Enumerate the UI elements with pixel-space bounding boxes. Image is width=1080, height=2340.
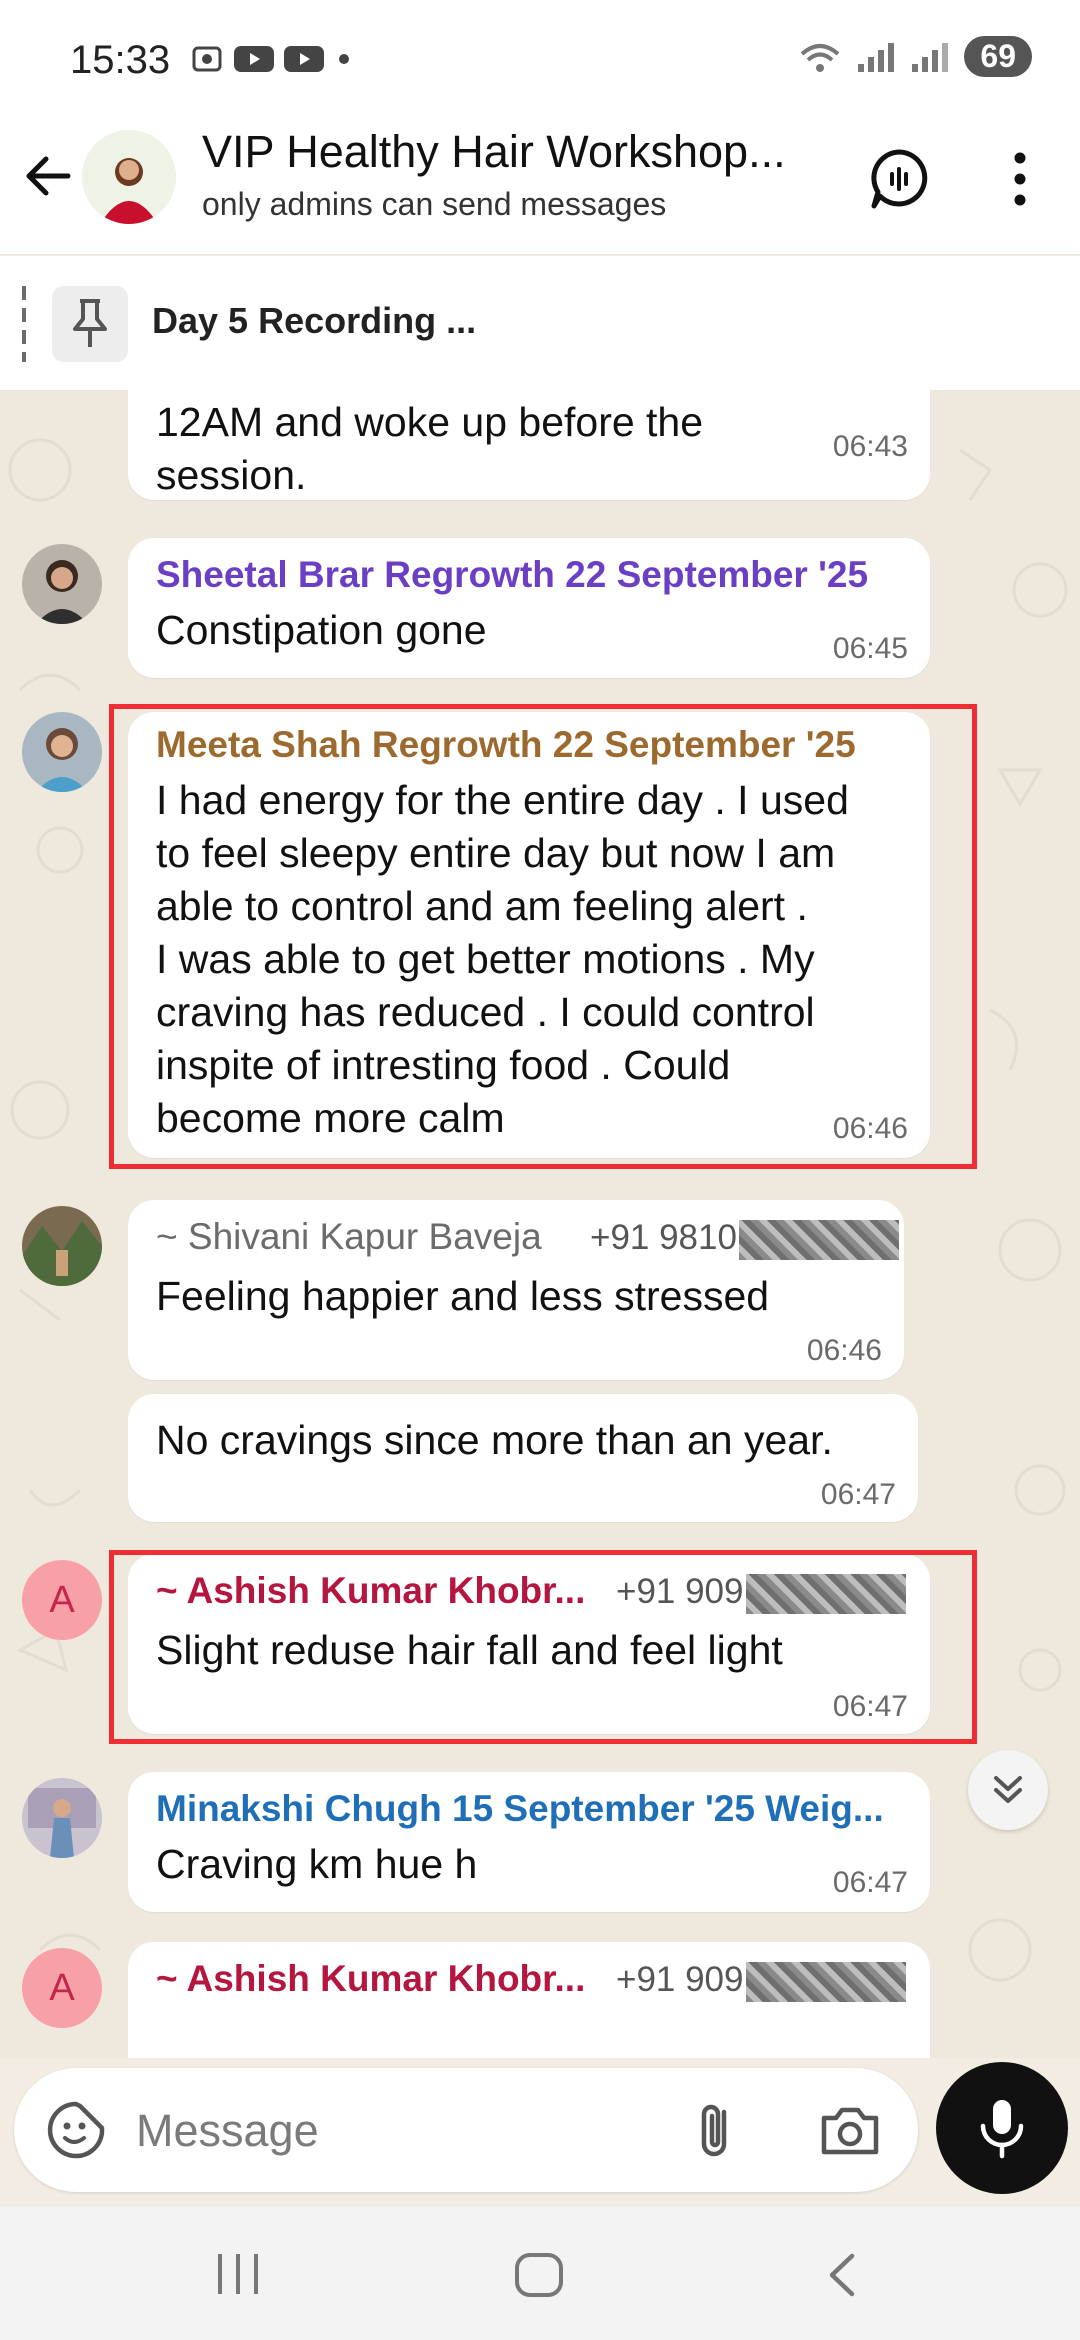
group-title[interactable]: VIP Healthy Hair Workshop... [202,126,786,178]
message-time: 06:45 [832,632,908,665]
status-notification-icons [190,42,354,76]
message-text: No cravings since more than an year. [156,1417,833,1463]
sender-avatar-image [22,1778,102,1858]
message-bubble[interactable]: No cravings since more than an year. 06:… [128,1394,918,1522]
sender-phone-number: +91 909 [616,1960,744,1999]
message-bubble[interactable]: 12AM and woke up before the session. 06:… [128,390,930,500]
youtube-icon-2 [284,46,324,72]
status-bar: 15:33 69 [0,0,1080,118]
sender-avatar[interactable] [22,544,102,624]
back-button[interactable] [20,148,76,209]
message-text: Feeling happier and less stressed [156,1273,770,1319]
message-text: 12AM and woke up before the session. [156,399,704,498]
more-vert-icon [1014,152,1026,206]
sender-phone: +91 9810 [590,1218,899,1260]
message-bubble[interactable]: ~ Ashish Kumar Khobr... +91 909 [128,1942,930,2058]
message-text: Craving km hue h [156,1841,478,1887]
sender-name[interactable]: Sheetal Brar Regrowth 22 September '25 [156,554,868,596]
scroll-down-icon [994,1776,1022,1803]
signal-icon [858,42,895,72]
youtube-icon [234,46,274,72]
pinned-indicator [22,286,26,362]
sender-phone: +91 909 [616,1960,906,2002]
sender-avatar[interactable]: A [22,1948,102,2028]
back-arrow-icon [26,156,71,196]
wifi-icon [801,43,840,72]
pin-icon-box [52,286,128,362]
more-notifications-dot-icon [339,54,349,64]
signal-icon-2 [912,42,949,72]
redacted-phone-digits [745,1961,906,2002]
chat-header: VIP Healthy Hair Workshop... only admins… [0,118,1080,255]
voice-chat-icon [871,149,928,209]
sender-avatar-image [22,544,102,624]
message-bubble[interactable]: Minakshi Chugh 15 September '25 Weig... … [128,1772,930,1912]
group-avatar-image [82,130,176,224]
battery-indicator: 69 [964,36,1032,77]
chat-area[interactable]: 12AM and woke up before the session. 06:… [0,390,1080,2058]
message-time: 06:47 [832,1866,908,1899]
recents-icon [218,2254,258,2294]
sender-avatar-image [22,712,102,792]
status-time: 15:33 [70,38,171,82]
sender-name[interactable]: ~ Ashish Kumar Khobr... [156,1958,585,2000]
message-composer [14,2068,918,2192]
sender-avatar[interactable]: A [22,1560,102,1640]
scroll-to-bottom-button[interactable] [968,1750,1048,1830]
camera-button[interactable] [818,2100,882,2165]
camera-icon [821,2107,879,2155]
nav-back-button[interactable] [822,2252,862,2303]
sender-avatar-letter: A [49,1579,75,1621]
attach-button[interactable] [694,2098,738,2167]
message-bubble[interactable]: Sheetal Brar Regrowth 22 September '25 C… [128,538,930,678]
pin-icon [73,299,107,347]
mic-icon [980,2100,1024,2159]
highlight-box [109,1550,977,1744]
group-subtitle: only admins can send messages [202,186,667,222]
screenshot-icon [192,46,222,72]
sender-avatar[interactable] [22,1206,102,1286]
sender-avatar-letter: A [49,1967,75,2009]
system-navigation-bar [0,2206,1080,2340]
voice-chat-button[interactable] [866,146,932,217]
recents-button[interactable] [214,2252,262,2301]
attach-icon [701,2104,727,2157]
sender-avatar[interactable] [22,712,102,792]
group-avatar[interactable] [82,130,176,224]
voice-message-button[interactable] [936,2062,1068,2194]
message-bubble[interactable]: ~ Shivani Kapur Baveja +91 9810 Feeling … [128,1200,904,1380]
message-input[interactable] [134,2086,678,2176]
sticker-button[interactable] [44,2098,108,2167]
status-system-icons: 69 [798,36,1032,77]
highlight-box [109,704,977,1169]
message-time: 06:47 [820,1478,896,1511]
home-button[interactable] [514,2252,564,2303]
message-time: 06:46 [806,1334,882,1367]
sender-avatar-image [22,1206,102,1286]
sender-phone-number: +91 9810 [590,1218,737,1257]
sender-name[interactable]: Minakshi Chugh 15 September '25 Weig... [156,1788,884,1830]
pinned-message-text: Day 5 Recording ... [152,300,477,341]
home-icon [515,2253,563,2297]
sticker-icon [47,2101,105,2159]
pinned-message-bar[interactable]: Day 5 Recording ... [0,256,1080,391]
sender-avatar[interactable] [22,1778,102,1858]
message-time: 06:43 [832,430,908,463]
redacted-phone-digits [738,1219,899,1260]
message-text: Constipation gone [156,607,487,653]
more-options-button[interactable] [1000,146,1040,217]
nav-back-icon [829,2253,855,2297]
sender-name[interactable]: ~ Shivani Kapur Baveja [156,1216,542,1258]
